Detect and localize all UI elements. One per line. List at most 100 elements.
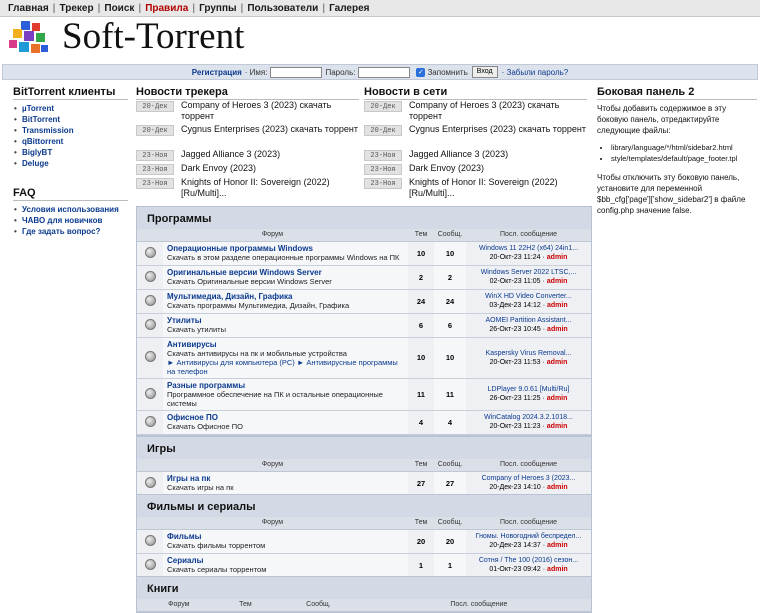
login-bar: Регистрация · Имя: Пароль: ✓ Запомнить В…: [2, 64, 758, 80]
client-link[interactable]: qBittorrent: [13, 136, 128, 147]
forum-status-icon: [137, 553, 163, 578]
client-link[interactable]: Transmission: [13, 125, 128, 136]
category-title[interactable]: Книги: [137, 577, 591, 599]
posts-count: 20: [434, 529, 466, 554]
forum-name-link[interactable]: Офисное ПО: [167, 413, 404, 422]
faq-link[interactable]: Условия использования: [13, 204, 128, 215]
client-link[interactable]: BiglyBT: [13, 147, 128, 158]
last-post-link[interactable]: Сотня / The 100 (2016) сезон...: [466, 556, 591, 565]
register-link[interactable]: Регистрация: [192, 68, 242, 77]
last-post-date: 01-Окт-23 09:42: [489, 566, 541, 573]
nav-item-6[interactable]: Галерея: [325, 3, 373, 14]
last-post-user[interactable]: admin: [547, 423, 568, 430]
header-posts: Сообщ.: [434, 229, 466, 242]
category-title[interactable]: Программы: [137, 207, 591, 229]
news-title-link[interactable]: Company of Heroes 3 (2023) скачать торре…: [181, 100, 359, 122]
last-post-user[interactable]: admin: [547, 542, 568, 549]
news-item: 23-Ноя Jagged Alliance 3 (2023): [136, 149, 359, 164]
forgot-password-link[interactable]: · Забыли пароль?: [502, 68, 569, 77]
last-post-user[interactable]: admin: [547, 566, 568, 573]
news-title-link[interactable]: Cygnus Enterprises (2023) скачать торрен…: [181, 124, 358, 135]
forum-status-icon: [137, 378, 163, 411]
forum-status-icon: [137, 265, 163, 290]
last-post-link[interactable]: Kaspersky Virus Removal...: [466, 349, 591, 358]
site-title[interactable]: Soft-Torrent: [62, 15, 244, 58]
forum-name-link[interactable]: Игры на пк: [167, 474, 404, 483]
last-post-link[interactable]: Windows 11 22H2 (x64) 24in1...: [466, 244, 591, 253]
last-post-user[interactable]: admin: [547, 278, 568, 285]
client-link[interactable]: BitTorrent: [13, 114, 128, 125]
forum-cell: Оригинальные версии Windows Server Скачат…: [163, 265, 408, 290]
forum-description: Программное обеспечение на ПК и остальны…: [167, 389, 383, 408]
forum-status-icon: [137, 337, 163, 379]
last-post-link[interactable]: Company of Heroes 3 (2023...: [466, 474, 591, 483]
forum-row: Сериалы Скачать сериалы торрентом 1 1 Сотня …: [137, 553, 591, 578]
nav-item-5[interactable]: Пользователи: [243, 3, 322, 14]
news-title-link[interactable]: Dark Envoy (2023): [181, 163, 256, 174]
forum-name-link[interactable]: Сериалы: [167, 556, 404, 565]
last-post-meta: 20-Окт-23 11:23 · admin: [466, 422, 591, 431]
forum-cell: Утилиты Скачать утилиты: [163, 313, 408, 338]
last-post-user[interactable]: admin: [547, 254, 568, 261]
last-post-user[interactable]: admin: [547, 395, 568, 402]
last-post-cell: WinX HD Video Converter... 03-Дек-23 14:1…: [466, 289, 591, 314]
subforum-links[interactable]: ► Антивирусы для компьютера (PC) ► Антив…: [167, 358, 404, 376]
last-post-link[interactable]: AOMEI Partition Assistant...: [466, 316, 591, 325]
news-title-link[interactable]: Company of Heroes 3 (2023) скачать торре…: [409, 100, 587, 122]
forum-name-link[interactable]: Оригинальные версии Windows Server: [167, 268, 404, 277]
nav-item-1[interactable]: Трекер: [55, 3, 97, 14]
forum-name-link[interactable]: Мультимедиа, Дизайн, Графика: [167, 292, 404, 301]
client-link[interactable]: µTorrent: [13, 103, 128, 114]
news-title-link[interactable]: Knights of Honor II: Sovereign (2022) [R…: [409, 177, 587, 199]
tracker-news-heading: Новости трекера: [136, 86, 359, 100]
last-post-link[interactable]: Гномы. Новогодний беспредел...: [466, 532, 591, 541]
last-post-link[interactable]: Windows Server 2022 LTSC,...: [466, 268, 591, 277]
name-label: · Имя:: [244, 67, 268, 77]
last-post-link[interactable]: WinCatalog 2024.3.2.1018...: [466, 413, 591, 422]
nav-item-0[interactable]: Главная: [4, 3, 53, 14]
last-post-user[interactable]: admin: [547, 359, 568, 366]
category-title[interactable]: Игры: [137, 437, 591, 459]
forum-description: Скачать сериалы торрентом: [167, 565, 267, 574]
last-post-cell: Kaspersky Virus Removal... 20-Окт-23 11:5…: [466, 337, 591, 379]
remember-checkbox[interactable]: ✓: [416, 67, 426, 77]
username-input[interactable]: [270, 66, 323, 78]
last-post-user[interactable]: admin: [547, 302, 568, 309]
password-input[interactable]: [358, 66, 411, 78]
forum-name-link[interactable]: Операционные программы Windows: [167, 244, 404, 253]
last-post-user[interactable]: admin: [547, 484, 568, 491]
forum-status-icon: [137, 410, 163, 435]
nav-item-4[interactable]: Группы: [195, 3, 240, 14]
forum-name-link[interactable]: Фильмы: [167, 532, 404, 541]
category-title[interactable]: Фильмы и сериалы: [137, 495, 591, 517]
news-title-link[interactable]: Knights of Honor II: Sovereign (2022) [R…: [181, 177, 359, 199]
forum-name-link[interactable]: Антивирусы: [167, 340, 404, 349]
last-post-cell: Гномы. Новогодний беспредел... 20-Дек-23 …: [466, 529, 591, 554]
forum-name-link[interactable]: Разные программы: [167, 381, 404, 390]
nav-item-2[interactable]: Поиск: [100, 3, 138, 14]
news-title-link[interactable]: Cygnus Enterprises (2023) скачать торрен…: [409, 124, 586, 135]
forum-cell: Антивирусы Скачать антивирусы на пк и моб…: [163, 337, 408, 379]
last-post-meta: 26-Окт-23 10:45 · admin: [466, 325, 591, 334]
client-link[interactable]: Deluge: [13, 158, 128, 169]
topics-count: 10: [408, 337, 434, 379]
login-button[interactable]: Вход: [471, 66, 498, 78]
last-post-link[interactable]: LDPlayer 9.0.61 [Multi/Ru]: [466, 385, 591, 394]
colored-cubes-logo[interactable]: [9, 21, 49, 57]
last-post-link[interactable]: WinX HD Video Converter...: [466, 292, 591, 301]
forum-name-link[interactable]: Утилиты: [167, 316, 404, 325]
news-title-link[interactable]: Dark Envoy (2023): [409, 163, 484, 174]
news-title-link[interactable]: Jagged Alliance 3 (2023): [181, 149, 280, 160]
last-post-user[interactable]: admin: [547, 326, 568, 333]
faq-list: Условия использованияЧАВО для новичковГд…: [13, 204, 128, 237]
news-item: 23-Ноя Knights of Honor II: Sovereign (20…: [136, 177, 359, 198]
nav-item-3[interactable]: Правила: [141, 3, 192, 14]
faq-link[interactable]: Где задать вопрос?: [13, 226, 128, 237]
faq-link[interactable]: ЧАВО для новичков: [13, 215, 128, 226]
forum-description: Скачать игры на пк: [167, 483, 234, 492]
news-date: 20-Дек: [136, 101, 174, 112]
last-post-date: 26-Окт-23 10:45: [489, 326, 541, 333]
faq-block: FAQ Условия использованияЧАВО для новичк…: [13, 187, 128, 237]
last-post-date: 03-Дек-23 14:12: [489, 302, 541, 309]
news-title-link[interactable]: Jagged Alliance 3 (2023): [409, 149, 508, 160]
